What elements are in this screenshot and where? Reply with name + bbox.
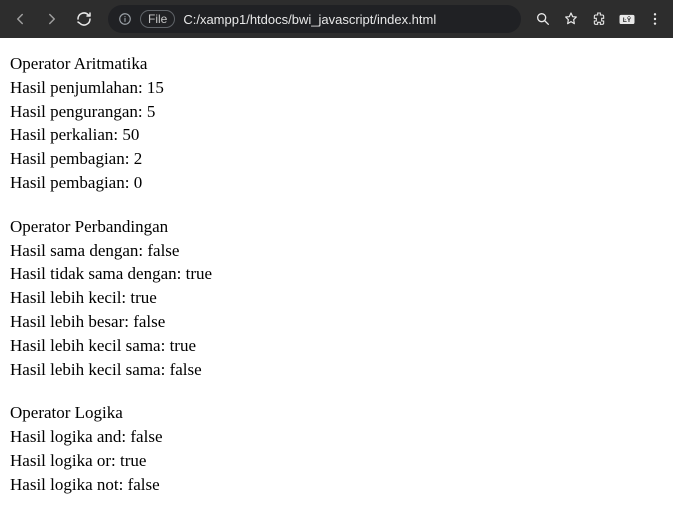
zoom-icon[interactable] [531,7,555,31]
svg-text:ĿŶ: ĿŶ [623,15,632,24]
result-gte: Hasil lebih kecil sama: false [10,358,663,382]
profile-icon[interactable]: ĿŶ [615,7,639,31]
result-neq: Hasil tidak sama dengan: true [10,262,663,286]
result-or: Hasil logika or: true [10,449,663,473]
menu-icon[interactable] [643,7,667,31]
arithmetic-title: Operator Aritmatika [10,52,663,76]
extensions-icon[interactable] [587,7,611,31]
star-icon[interactable] [559,7,583,31]
forward-button[interactable] [38,5,66,33]
address-bar[interactable]: File C:/xampp1/htdocs/bwi_javascript/ind… [108,5,521,33]
result-lte: Hasil lebih kecil sama: true [10,334,663,358]
url-text: C:/xampp1/htdocs/bwi_javascript/index.ht… [183,12,436,27]
browser-toolbar: File C:/xampp1/htdocs/bwi_javascript/ind… [0,0,673,38]
result-not: Hasil logika not: false [10,473,663,497]
logic-title: Operator Logika [10,401,663,425]
result-div: Hasil pembagian: 2 [10,147,663,171]
page-content: Operator Aritmatika Hasil penjumlahan: 1… [0,38,673,511]
reload-button[interactable] [70,5,98,33]
result-eq: Hasil sama dengan: false [10,239,663,263]
comparison-title: Operator Perbandingan [10,215,663,239]
result-sum: Hasil penjumlahan: 15 [10,76,663,100]
result-sub: Hasil pengurangan: 5 [10,100,663,124]
info-icon [118,12,132,26]
result-gt: Hasil lebih besar: false [10,310,663,334]
back-button[interactable] [6,5,34,33]
result-mod: Hasil pembagian: 0 [10,171,663,195]
scheme-chip: File [140,10,175,28]
result-lt: Hasil lebih kecil: true [10,286,663,310]
result-and: Hasil logika and: false [10,425,663,449]
scheme-label: File [148,12,167,26]
result-mul: Hasil perkalian: 50 [10,123,663,147]
